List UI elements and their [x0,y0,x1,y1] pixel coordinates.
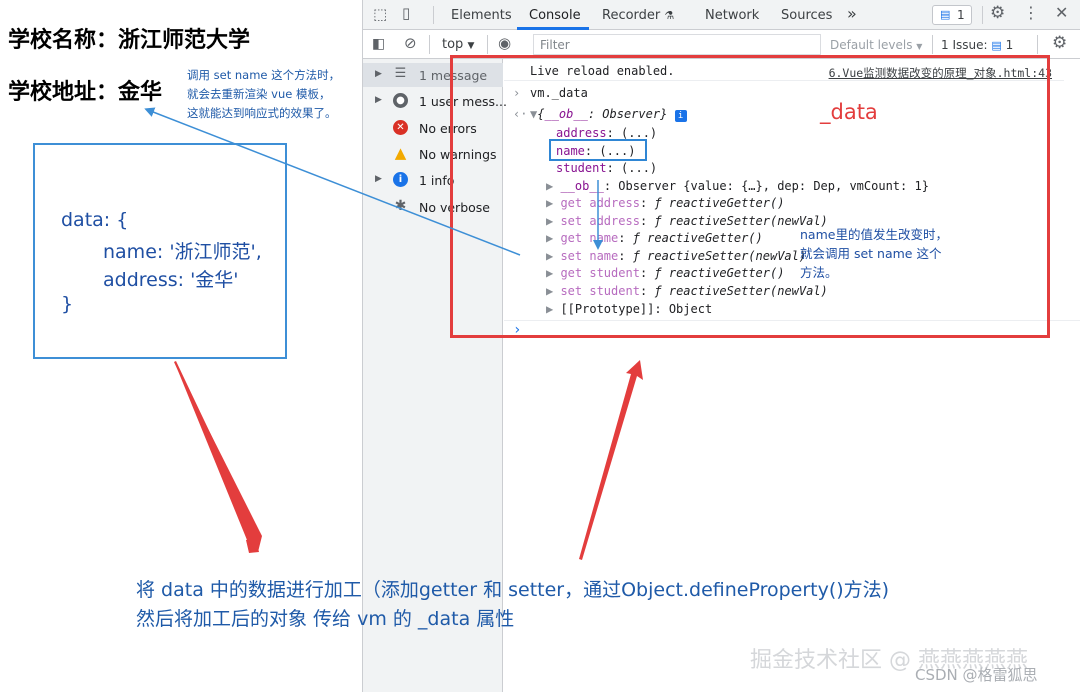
explanation-line: 将 data 中的数据进行加工（添加getter 和 setter，通过Obje… [136,579,890,601]
blue-arrow-set-name-to-note [144,107,521,256]
explanation-line: 然后将加工后的对象 传给 vm 的 _data 属性 [136,608,515,630]
red-arrow-head-bottom [174,361,262,552]
watermark-csdn: CSDN @格雷狐思 [915,666,1038,684]
bottom-explanation: 将 data 中的数据进行加工（添加getter 和 setter，通过Obje… [136,576,889,634]
red-arrow-to-console-box [579,360,643,560]
